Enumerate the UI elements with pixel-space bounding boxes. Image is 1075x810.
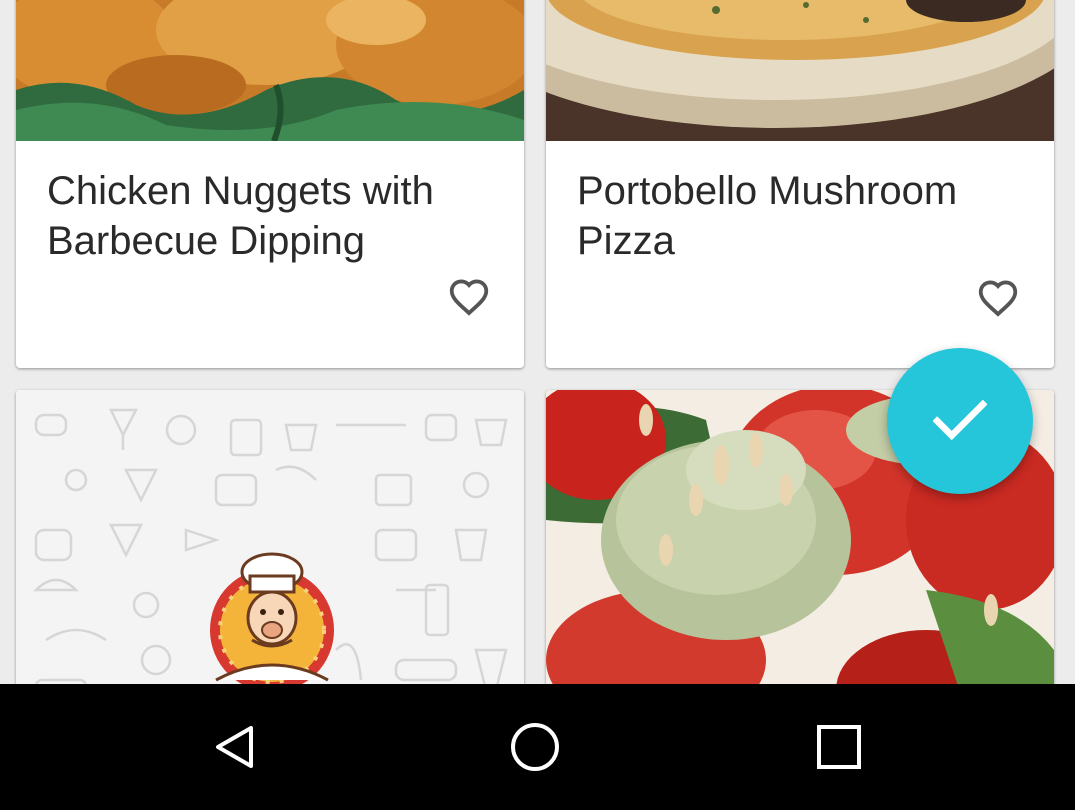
check-icon <box>933 400 987 441</box>
favorite-button[interactable] <box>445 273 493 321</box>
recipe-title: Portobello Mushroom Pizza <box>577 169 958 263</box>
favorite-button[interactable] <box>974 274 1022 322</box>
recents-button[interactable] <box>801 709 877 785</box>
system-navigation-bar <box>0 684 1075 810</box>
recipe-card-placeholder[interactable] <box>16 390 524 710</box>
recipe-image-placeholder <box>16 390 524 710</box>
recipe-card-chicken-nuggets[interactable]: Chicken Nuggets with Barbecue Dipping <box>16 0 524 368</box>
home-button[interactable] <box>497 709 573 785</box>
screen: Chicken Nuggets with Barbecue Dipping Po… <box>0 0 1075 810</box>
back-triangle-icon <box>216 726 253 768</box>
recipe-image <box>546 0 1054 141</box>
confirm-fab-button[interactable] <box>887 348 1033 494</box>
home-circle-icon <box>511 723 559 771</box>
recipe-title: Chicken Nuggets with Barbecue Dipping <box>47 169 434 263</box>
heart-outline-icon <box>449 279 489 316</box>
heart-outline-icon <box>978 280 1018 317</box>
back-button[interactable] <box>196 709 272 785</box>
recents-square-icon <box>817 725 861 769</box>
recipe-image <box>16 0 524 141</box>
recipe-card-portobello-pizza[interactable]: Portobello Mushroom Pizza <box>546 0 1054 368</box>
